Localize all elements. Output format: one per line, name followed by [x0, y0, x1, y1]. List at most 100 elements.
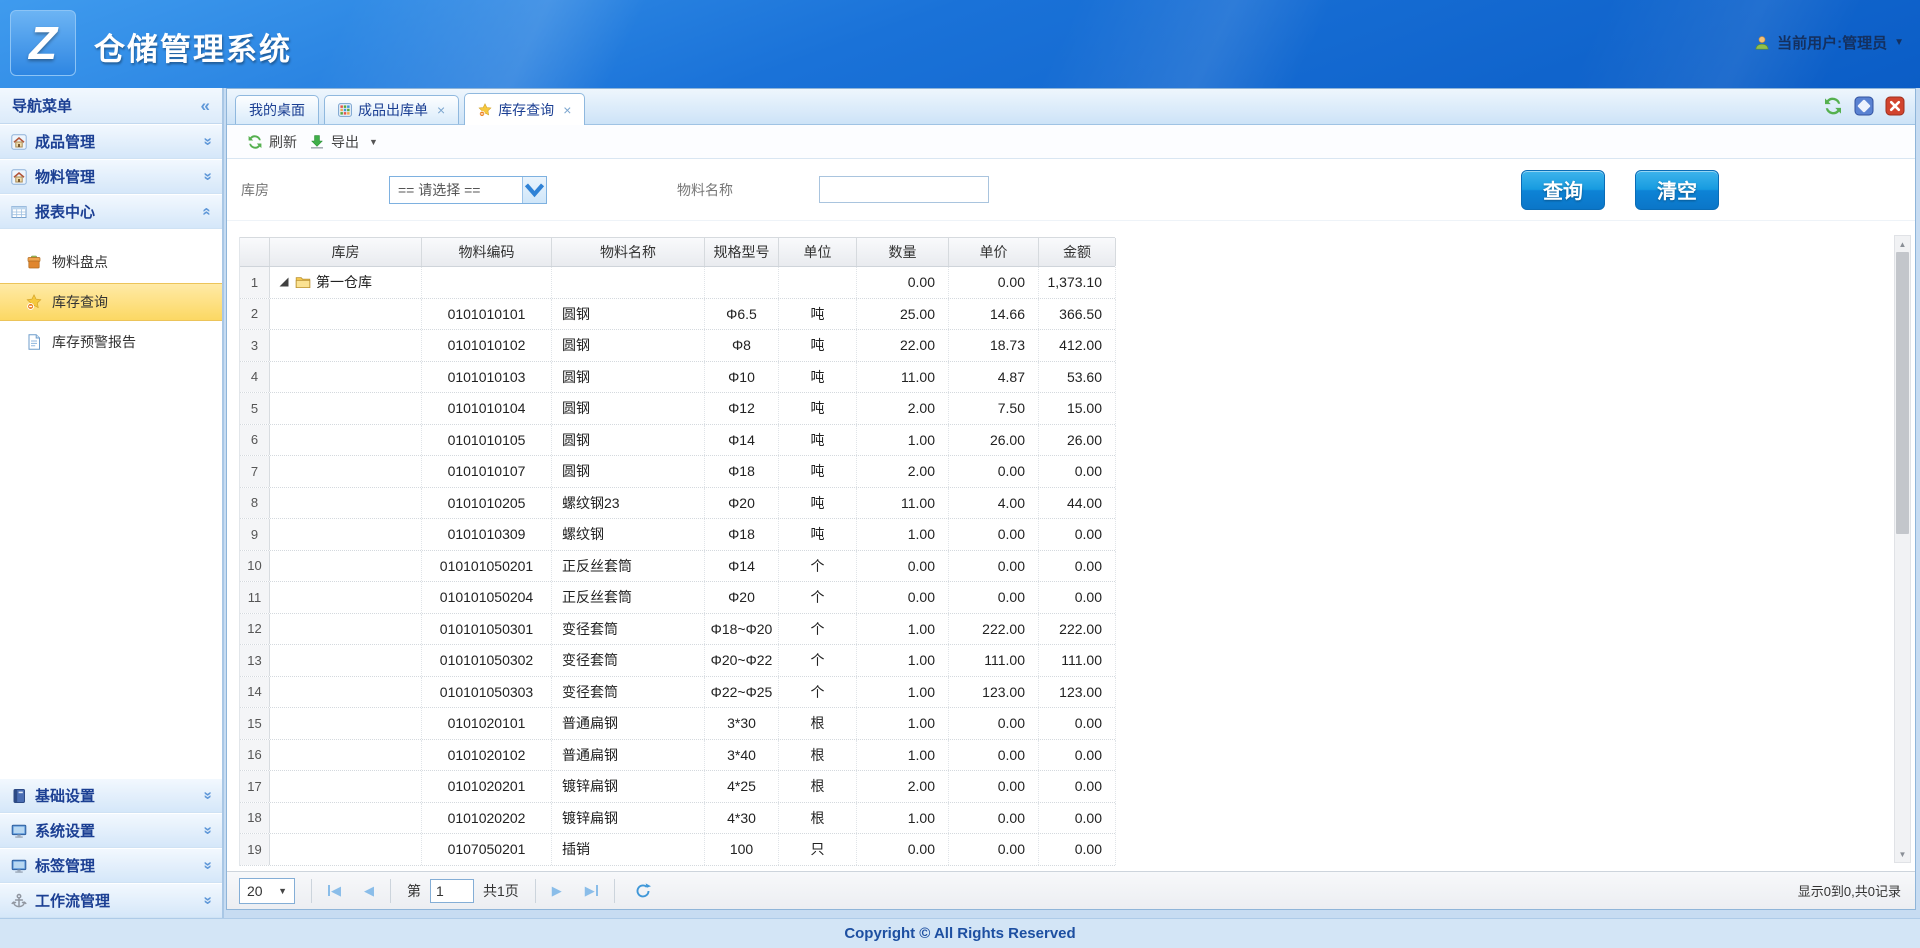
cell-material-code: 0101010107	[422, 456, 552, 487]
row-number-cell: 3	[240, 330, 270, 361]
column-header[interactable]: 物料编码	[422, 238, 552, 266]
cell-warehouse	[270, 708, 422, 739]
app-title: 仓储管理系统	[94, 24, 292, 69]
table-row[interactable]: 11010101050204正反丝套筒Φ20个0.000.000.00	[240, 582, 1115, 614]
table-row[interactable]: 70101010107圆钢Φ18吨2.000.000.00	[240, 456, 1115, 488]
cell-spec: Φ20	[705, 582, 779, 613]
cell-spec: Φ18	[705, 519, 779, 550]
column-header[interactable]: 金额	[1039, 238, 1116, 266]
row-number-cell: 16	[240, 740, 270, 771]
material-name-input[interactable]	[819, 176, 989, 203]
select-arrow-icon[interactable]	[522, 177, 546, 203]
table-row[interactable]: 90101010309螺纹钢Φ18吨1.000.000.00	[240, 519, 1115, 551]
cell-spec: Φ20	[705, 488, 779, 519]
sidebar-group-4[interactable]: 工作流管理«	[0, 883, 222, 918]
table-row[interactable]: 13010101050302变径套筒Φ20~Φ22个1.00111.00111.…	[240, 645, 1115, 677]
column-header[interactable]: 单价	[949, 238, 1039, 266]
table-row[interactable]: 1第一仓库0.000.001,373.10	[240, 267, 1115, 299]
table-row[interactable]: 180101020202镀锌扁钢4*30根1.000.000.00	[240, 803, 1115, 835]
cell-quantity: 2.00	[857, 456, 949, 487]
table-row[interactable]: 10010101050201正反丝套筒Φ14个0.000.000.00	[240, 551, 1115, 583]
search-button[interactable]: 查询	[1521, 170, 1605, 210]
sidebar-item-1[interactable]: 物料盘点	[0, 243, 222, 281]
sidebar-item-2[interactable]: 库存查询	[0, 283, 222, 321]
cell-warehouse	[270, 519, 422, 550]
close-icon[interactable]: ×	[437, 102, 445, 118]
cell-spec: Φ8	[705, 330, 779, 361]
cell-material-code: 0101010104	[422, 393, 552, 424]
table-row[interactable]: 20101010101圆钢Φ6.5吨25.0014.66366.50	[240, 299, 1115, 331]
row-number-cell: 9	[240, 519, 270, 550]
sidebar-group-1[interactable]: 基础设置«	[0, 778, 222, 813]
sidebar-group-label: 标签管理	[35, 855, 95, 876]
warehouse-select[interactable]: == 请选择 ==	[389, 176, 547, 204]
cell-material-code: 010101050301	[422, 614, 552, 645]
page-number-input[interactable]	[430, 879, 474, 903]
column-header[interactable]: 物料名称	[552, 238, 705, 266]
first-page-button[interactable]: ◀	[328, 883, 341, 899]
book-icon	[11, 788, 27, 804]
table-row[interactable]: 50101010104圆钢Φ12吨2.007.5015.00	[240, 393, 1115, 425]
cell-unit: 只	[779, 834, 857, 865]
tab-3[interactable]: 库存查询×	[464, 93, 585, 125]
refresh-button[interactable]: 刷新	[241, 129, 303, 155]
sidebar-group-2[interactable]: 系统设置«	[0, 813, 222, 848]
last-page-button[interactable]: ▶	[585, 883, 598, 899]
sidebar-title: 导航菜单	[12, 95, 72, 116]
column-header[interactable]: 数量	[857, 238, 949, 266]
table-row[interactable]: 60101010105圆钢Φ14吨1.0026.0026.00	[240, 425, 1115, 457]
table-row[interactable]: 190107050201插销100只0.000.000.00	[240, 834, 1115, 866]
page-size-select[interactable]: 20 ▼	[239, 878, 295, 904]
scroll-up-arrow-icon[interactable]: ▲	[1895, 236, 1910, 252]
column-header[interactable]: 单位	[779, 238, 857, 266]
clear-button[interactable]: 清空	[1635, 170, 1719, 210]
close-icon[interactable]: ×	[563, 102, 571, 118]
current-user-menu[interactable]: 当前用户:管理员 ▼	[1754, 32, 1904, 53]
next-page-button[interactable]: ▶	[552, 883, 562, 899]
cell-amount: 26.00	[1039, 425, 1116, 456]
table-row[interactable]: 150101020101普通扁钢3*30根1.000.000.00	[240, 708, 1115, 740]
tab-1[interactable]: 我的桌面	[235, 95, 319, 124]
cell-spec: 3*30	[705, 708, 779, 739]
sidebar-group-2[interactable]: 物料管理«	[0, 159, 222, 194]
cell-material-name: 圆钢	[552, 330, 705, 361]
scrollbar-thumb[interactable]	[1896, 252, 1909, 534]
column-header[interactable]: 规格型号	[705, 238, 779, 266]
sidebar-group-1[interactable]: 成品管理«	[0, 124, 222, 159]
table-row[interactable]: 170101020201镀锌扁钢4*25根2.000.000.00	[240, 771, 1115, 803]
cell-spec: Φ12	[705, 393, 779, 424]
tab-2[interactable]: 成品出库单×	[324, 95, 459, 124]
cell-unit-price: 0.00	[949, 803, 1039, 834]
export-button[interactable]: 导出 ▼	[303, 129, 384, 155]
close-tab-panel-button[interactable]	[1885, 96, 1905, 121]
sidebar-group-3[interactable]: 报表中心«	[0, 194, 222, 229]
tab-refresh-button[interactable]	[1823, 96, 1843, 121]
table-row[interactable]: 14010101050303变径套筒Φ22~Φ25个1.00123.00123.…	[240, 677, 1115, 709]
table-row[interactable]: 80101010205螺纹钢23Φ20吨11.004.0044.00	[240, 488, 1115, 520]
cell-material-code: 0101010309	[422, 519, 552, 550]
table-row[interactable]: 12010101050301变径套筒Φ18~Φ20个1.00222.00222.…	[240, 614, 1115, 646]
cell-material-code: 0101020102	[422, 740, 552, 771]
table-row[interactable]: 30101010102圆钢Φ8吨22.0018.73412.00	[240, 330, 1115, 362]
reload-icon[interactable]	[635, 883, 651, 899]
maximize-button[interactable]	[1854, 96, 1874, 121]
vertical-scrollbar: ▲ ▼	[1894, 235, 1911, 863]
table-row[interactable]: 160101020102普通扁钢3*40根1.000.000.00	[240, 740, 1115, 772]
close-box-icon[interactable]	[1885, 96, 1905, 116]
cell-warehouse	[270, 771, 422, 802]
refresh-icon[interactable]	[1823, 96, 1843, 116]
row-number-cell: 7	[240, 456, 270, 487]
sidebar-group-3[interactable]: 标签管理«	[0, 848, 222, 883]
refresh-label: 刷新	[269, 132, 297, 152]
scroll-down-arrow-icon[interactable]: ▼	[1895, 846, 1910, 862]
double-chevron-left-icon[interactable]: «	[201, 96, 210, 116]
cell-unit-price: 26.00	[949, 425, 1039, 456]
maximize-icon[interactable]	[1854, 96, 1874, 116]
column-header[interactable]: 库房	[270, 238, 422, 266]
sidebar-item-3[interactable]: 库存预警报告	[0, 323, 222, 361]
table-row[interactable]: 40101010103圆钢Φ10吨11.004.8753.60	[240, 362, 1115, 394]
cell-quantity: 0.00	[857, 834, 949, 865]
divider	[535, 879, 536, 903]
cell-unit: 吨	[779, 362, 857, 393]
prev-page-button[interactable]: ◀	[364, 883, 374, 899]
